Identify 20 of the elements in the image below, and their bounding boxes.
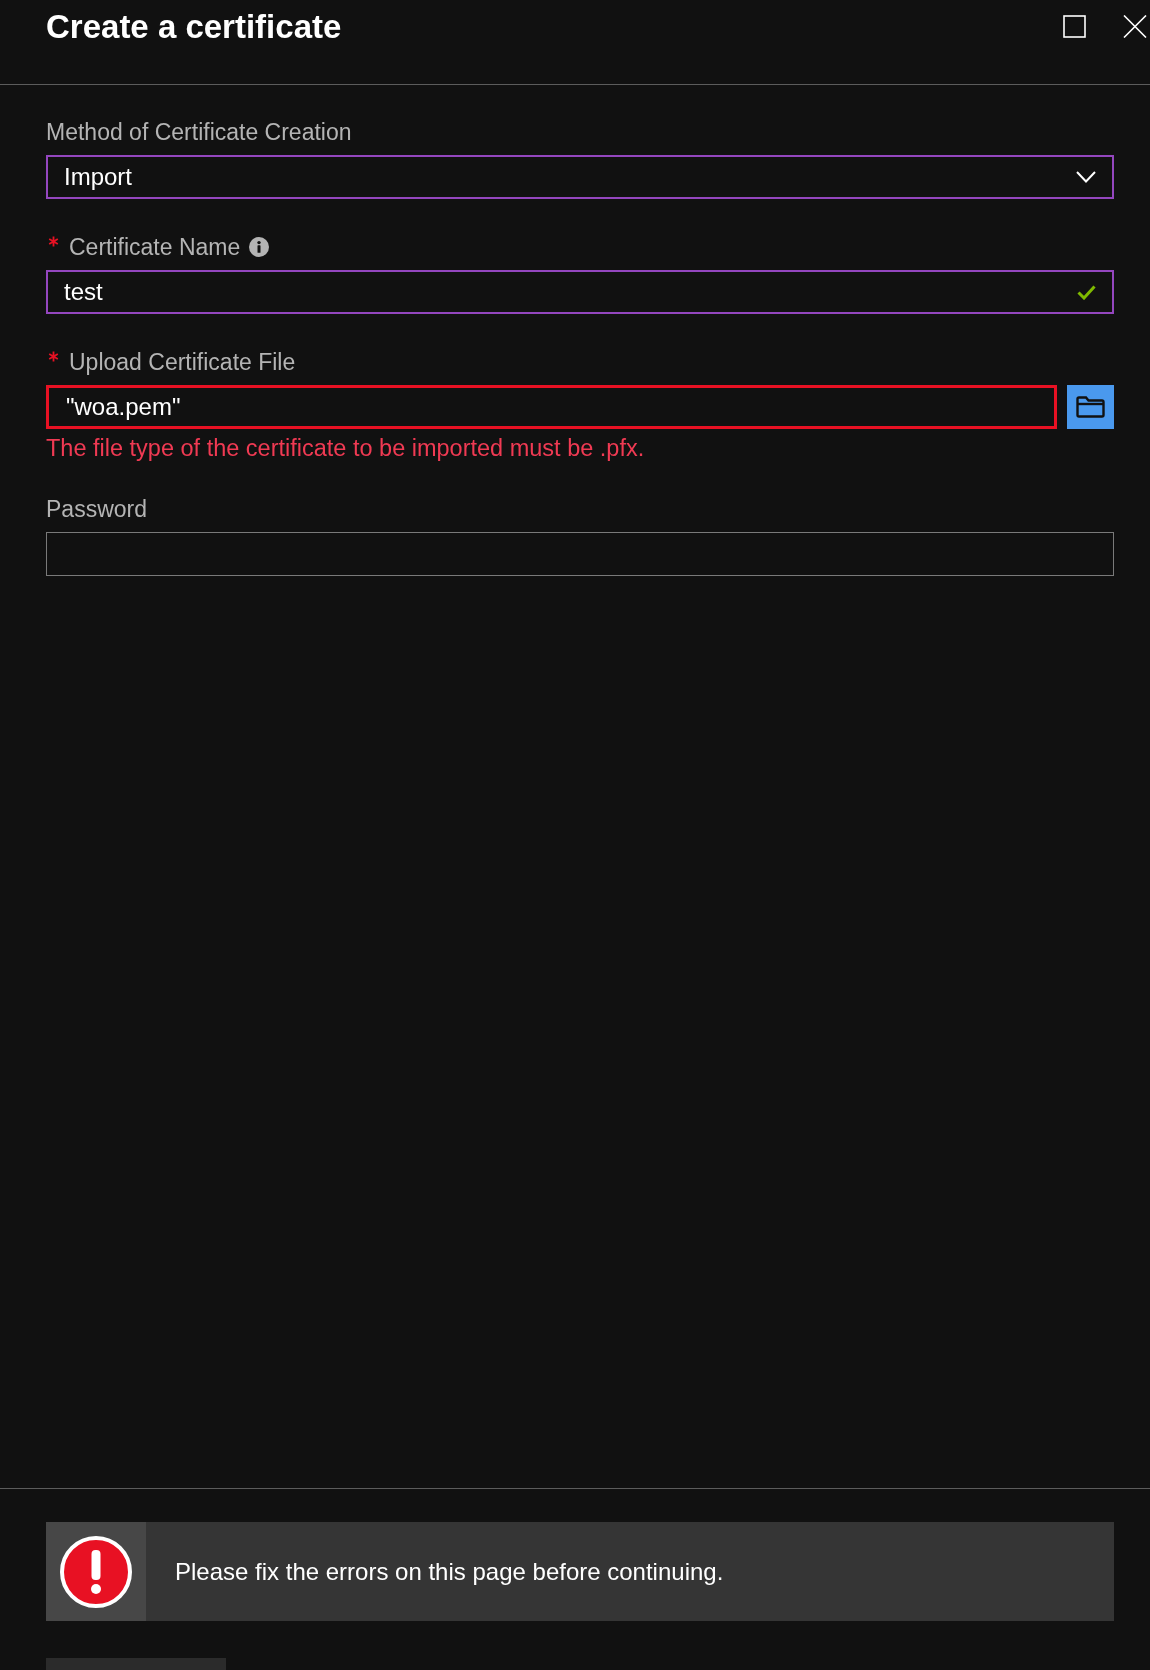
field-label: Upload Certificate File	[69, 348, 296, 376]
browse-button[interactable]	[1067, 385, 1114, 429]
panel-title: Create a certificate	[46, 7, 342, 47]
text-field[interactable]	[46, 532, 1114, 576]
field-label: Certificate Name	[69, 233, 241, 261]
close-button[interactable]	[1123, 15, 1147, 38]
chevron-down-icon	[1076, 171, 1096, 183]
error-icon	[60, 1535, 132, 1608]
info-icon[interactable]	[249, 237, 270, 257]
dropdown[interactable]: Import	[46, 155, 1114, 199]
field-label: Password	[46, 495, 147, 523]
folder-icon	[1076, 396, 1105, 418]
close-icon	[1123, 15, 1147, 38]
file-field[interactable]: "woa.pem"	[46, 385, 1057, 429]
maximize-button[interactable]	[1063, 15, 1086, 38]
error-summary: Please fix the errors on this page before continuing.	[175, 1557, 724, 1586]
maximize-icon	[1063, 15, 1086, 38]
field-label: Method of Certificate Creation	[46, 118, 352, 146]
text-field[interactable]: test	[46, 270, 1114, 314]
error-message: The file type of the certificate to be imported must be .pfx.	[46, 435, 646, 461]
